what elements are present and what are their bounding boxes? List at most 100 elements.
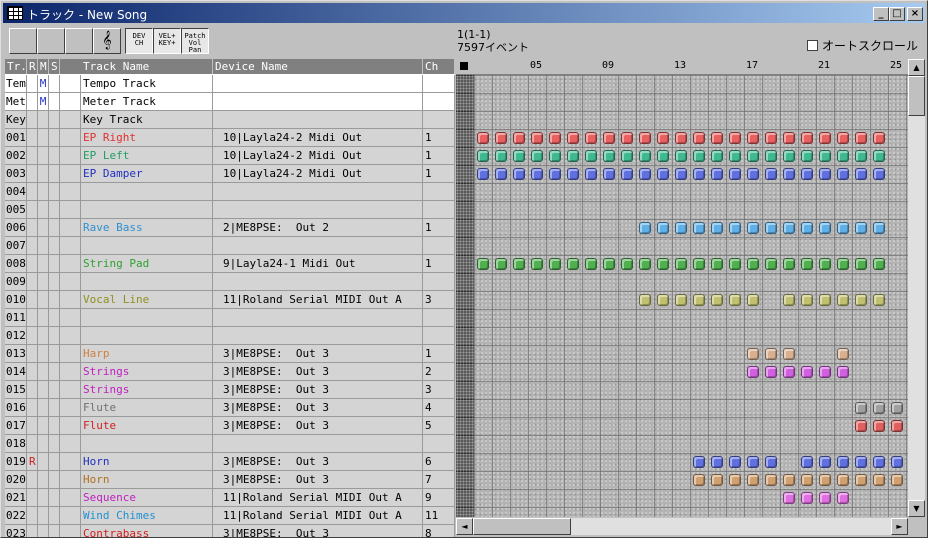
table-row[interactable]: 006 Rave Bass 2|ME8PSE: Out 21 [5,219,455,237]
track-clip-block[interactable] [477,132,489,144]
track-clip-block[interactable] [675,258,687,270]
row-solo[interactable] [49,201,60,219]
track-clip-block[interactable] [783,474,795,486]
track-clip-block[interactable] [801,492,813,504]
row-track-name[interactable]: Horn [81,471,213,489]
row-device-name[interactable]: 3|ME8PSE: Out 3 [213,471,423,489]
row-tr[interactable]: 023 [5,525,27,537]
row-record[interactable] [27,93,38,111]
header-tr[interactable]: Tr. [5,59,27,74]
track-clip-block[interactable] [855,132,867,144]
track-clip-block[interactable] [855,258,867,270]
row-mute[interactable] [38,381,49,399]
row-record[interactable] [27,255,38,273]
row-solo[interactable] [49,363,60,381]
track-clip-block[interactable] [837,222,849,234]
row-spacer[interactable] [60,201,81,219]
track-clip-block[interactable] [801,456,813,468]
row-device-name[interactable]: 3|ME8PSE: Out 3 [213,525,423,537]
track-clip-block[interactable] [657,294,669,306]
track-clip-block[interactable] [801,168,813,180]
track-clip-block[interactable] [783,348,795,360]
table-row[interactable]: 002 EP Left 10|Layla24-2 Midi Out 1 [5,147,455,165]
header-s[interactable]: S [49,59,60,74]
row-tr[interactable]: 003 [5,165,27,183]
row-record[interactable] [27,417,38,435]
track-clip-block[interactable] [747,348,759,360]
row-track-name[interactable]: Sequence [81,489,213,507]
row-track-name[interactable]: String Pad [81,255,213,273]
row-ch[interactable] [423,237,455,255]
row-tr[interactable]: Met [5,93,27,111]
track-clip-block[interactable] [801,222,813,234]
row-record[interactable] [27,435,38,453]
row-record[interactable] [27,111,38,129]
track-clip-block[interactable] [783,294,795,306]
row-track-name[interactable]: EP Right [81,129,213,147]
row-spacer[interactable] [60,471,81,489]
track-clip-block[interactable] [819,150,831,162]
track-clip-block[interactable] [549,132,561,144]
track-clip-block[interactable] [765,348,777,360]
row-spacer[interactable] [60,147,81,165]
score-button[interactable]: 𝄞 [93,28,121,54]
row-tr[interactable]: 008 [5,255,27,273]
track-clip-block[interactable] [837,366,849,378]
track-clip-block[interactable] [891,402,903,414]
row-tr[interactable]: 012 [5,327,27,345]
row-track-name[interactable]: EP Left [81,147,213,165]
row-solo[interactable] [49,291,60,309]
row-mute[interactable] [38,201,49,219]
track-clip-block[interactable] [693,294,705,306]
row-tr[interactable]: 001 [5,129,27,147]
row-device-name[interactable]: 3|ME8PSE: Out 3 [213,345,423,363]
track-clip-block[interactable] [837,456,849,468]
row-device-name[interactable]: 3|ME8PSE: Out 3 [213,381,423,399]
row-ch[interactable]: 1 [423,255,455,273]
track-clip-block[interactable] [621,258,633,270]
track-clip-block[interactable] [837,258,849,270]
table-row[interactable]: 013 Harp 3|ME8PSE: Out 31 [5,345,455,363]
track-clip-block[interactable] [747,258,759,270]
autoscroll-toggle[interactable]: オートスクロール [807,37,918,54]
scroll-up-button[interactable]: ▲ [908,59,925,76]
row-record[interactable] [27,327,38,345]
row-tr[interactable]: 002 [5,147,27,165]
track-clip-block[interactable] [801,294,813,306]
track-clip-block[interactable] [639,222,651,234]
row-device-name[interactable]: 3|ME8PSE: Out 3 [213,363,423,381]
table-row[interactable]: 018 [5,435,455,453]
track-clip-block[interactable] [477,258,489,270]
row-device-name[interactable] [213,435,423,453]
maximize-button[interactable]: □ [889,7,905,21]
track-clip-block[interactable] [855,222,867,234]
row-device-name[interactable] [213,273,423,291]
track-clip-block[interactable] [747,168,759,180]
header-r[interactable]: R [27,59,38,74]
row-solo[interactable] [49,489,60,507]
track-clip-block[interactable] [693,168,705,180]
track-clip-block[interactable] [783,222,795,234]
track-clip-block[interactable] [873,420,885,432]
table-row[interactable]: 020 Horn 3|ME8PSE: Out 37 [5,471,455,489]
track-clip-block[interactable] [711,456,723,468]
row-record[interactable] [27,237,38,255]
measure-ruler[interactable]: 05 09 13 17 21 25 [456,59,908,75]
track-clip-block[interactable] [765,150,777,162]
row-record[interactable] [27,381,38,399]
row-ch[interactable]: 1 [423,219,455,237]
row-solo[interactable] [49,273,60,291]
header-m[interactable]: M [38,59,49,74]
row-device-name[interactable]: 3|ME8PSE: Out 3 [213,417,423,435]
blank-button[interactable] [9,28,37,54]
row-mute[interactable] [38,219,49,237]
row-ch[interactable]: 1 [423,147,455,165]
track-clip-block[interactable] [801,474,813,486]
track-clip-block[interactable] [495,168,507,180]
track-clip-block[interactable] [729,222,741,234]
track-clip-block[interactable] [873,150,885,162]
track-clip-block[interactable] [603,132,615,144]
row-mute[interactable] [38,273,49,291]
table-row[interactable]: 021 Sequence 11|Roland Serial MIDI Out A9 [5,489,455,507]
row-ch[interactable] [423,309,455,327]
